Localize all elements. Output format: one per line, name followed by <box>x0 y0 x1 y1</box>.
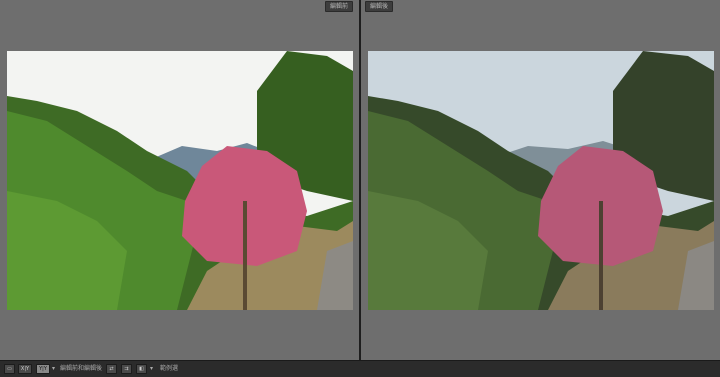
after-pane[interactable]: 編輯後 <box>361 0 720 360</box>
before-photo-image <box>7 51 353 310</box>
compare-label: 編輯前和編輯後 <box>60 365 103 372</box>
yy-view-button[interactable]: Y|Y <box>36 364 50 374</box>
before-label: 編輯前 <box>325 1 354 12</box>
after-label: 編輯後 <box>365 1 394 12</box>
swap-view-button[interactable]: ◧ <box>136 364 147 374</box>
swap-settings-button[interactable]: ⇄ <box>106 364 117 374</box>
view-dropdown-caret[interactable]: ▾ <box>52 364 55 374</box>
hint-label: 範例選 <box>160 365 179 372</box>
xy-view-button[interactable]: X|Y <box>18 364 32 374</box>
toolbar-options-caret[interactable]: ▾ <box>150 364 153 374</box>
before-pane[interactable]: 編輯前 <box>0 0 359 360</box>
after-photo-image <box>368 51 714 310</box>
before-photo[interactable] <box>7 51 353 310</box>
copy-settings-button[interactable]: ⇉ <box>121 364 132 374</box>
loupe-view-button[interactable]: ▭ <box>4 364 15 374</box>
after-photo[interactable] <box>368 51 714 310</box>
bottom-toolbar: ▭ X|Y Y|Y ▾ 編輯前和編輯後 ⇄ ⇉ ◧ ▾ 範例選 <box>0 360 720 377</box>
